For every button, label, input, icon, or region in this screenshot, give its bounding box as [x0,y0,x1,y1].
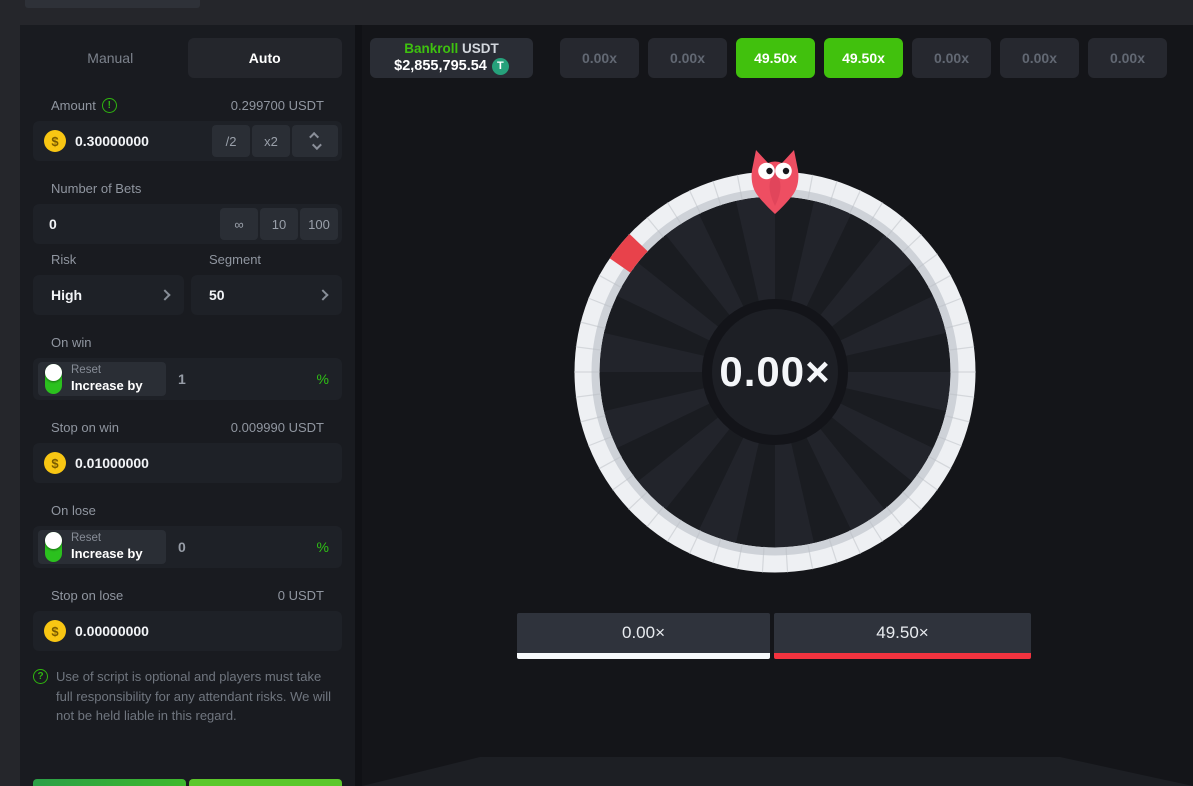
segment-label: Segment [209,252,342,267]
multiplier-chip[interactable]: 0.00x [912,38,991,78]
multiplier-legend-bars: 0.00× 49.50× [517,613,1031,659]
on-lose-toggle[interactable]: Reset Increase by [38,530,166,564]
result-bar-right-label: 49.50× [876,623,928,643]
owl-mascot-icon [748,148,802,216]
stop-on-win-label: Stop on win [51,420,119,435]
script-disclaimer: ? Use of script is optional and players … [33,667,341,726]
floor-shadow [362,757,1193,786]
tab-manual[interactable]: Manual [33,38,188,78]
bets-infinity-button[interactable]: ∞ [220,208,258,240]
toggle-switch-icon[interactable] [45,532,62,562]
multiplier-chip[interactable]: 0.00x [648,38,727,78]
number-of-bets-label-row: Number of Bets [51,181,324,196]
game-panel: Manual Auto Amount ! 0.299700 USDT $ 0.3… [20,25,1193,786]
on-win-label: On win [51,335,91,350]
bottom-action-buttons [33,779,342,786]
risk-select[interactable]: High [33,275,184,315]
stop-on-win-converted: 0.009990 USDT [231,420,324,435]
on-win-toggle[interactable]: Reset Increase by [38,362,166,396]
toggle-knob [45,364,62,381]
mode-tabs: Manual Auto [33,38,342,78]
bankroll-amount: $2,855,795.54 [394,57,487,75]
segment-value: 50 [209,287,225,303]
on-lose-row: Reset Increase by 0 % [33,526,342,568]
half-button[interactable]: /2 [212,125,250,157]
stop-on-win-label-row: Stop on win 0.009990 USDT [51,420,324,435]
amount-label: Amount [51,98,96,113]
on-lose-reset-label: Reset [71,532,143,546]
double-button[interactable]: x2 [252,125,290,157]
bankroll-display[interactable]: Bankroll USDT $2,855,795.54 T [370,38,533,78]
chevron-right-icon [317,289,328,300]
amount-converted: 0.299700 USDT [231,98,324,113]
amount-label-row: Amount ! 0.299700 USDT [51,98,324,113]
on-lose-label: On lose [51,503,96,518]
coin-icon: $ [44,620,66,642]
on-win-increase-label: Increase by [71,378,143,394]
stop-on-win-input[interactable]: $ 0.01000000 [33,443,342,483]
sidebar-divider [355,25,362,786]
help-icon: ? [33,669,48,684]
game-main-area: Bankroll USDT $2,855,795.54 T 0.00x 0.00… [362,25,1193,786]
stop-on-lose-label: Stop on lose [51,588,123,603]
on-win-row: Reset Increase by 1 % [33,358,342,400]
disclaimer-text: Use of script is optional and players mu… [56,667,341,726]
stop-on-lose-value[interactable]: 0.00000000 [75,623,149,639]
chevron-right-icon [159,289,170,300]
multiplier-chip[interactable]: 0.00x [560,38,639,78]
bankroll-label: Bankroll [404,41,458,56]
multiplier-history-row: 0.00x 0.00x 49.50x 49.50x 0.00x 0.00x 0.… [560,38,1167,78]
multiplier-chip[interactable]: 49.50x [824,38,903,78]
wheel-result-multiplier: 0.00× [565,162,985,582]
on-lose-increase-label: Increase by [71,546,143,562]
coin-icon: $ [44,452,66,474]
on-win-percent-sign: % [317,371,329,387]
bet-button-partial[interactable] [189,779,342,786]
start-autobet-button-partial[interactable] [33,779,186,786]
amount-value[interactable]: 0.30000000 [75,133,149,149]
bets-10-button[interactable]: 10 [260,208,298,240]
coin-icon: $ [44,130,66,152]
stop-on-lose-label-row: Stop on lose 0 USDT [51,588,324,603]
multiplier-chip[interactable]: 0.00x [1088,38,1167,78]
on-win-reset-label: Reset [71,364,143,378]
toggle-switch-icon[interactable] [45,364,62,394]
result-bar-right: 49.50× [774,613,1031,659]
number-of-bets-value[interactable]: 0 [49,216,57,232]
multiplier-chip[interactable]: 49.50x [736,38,815,78]
bankroll-currency-text: USDT [462,41,499,56]
stop-on-lose-input[interactable]: $ 0.00000000 [33,611,342,651]
risk-value: High [51,287,82,303]
stop-on-lose-converted: 0 USDT [278,588,324,603]
on-lose-label-row: On lose [51,503,324,518]
result-bar-left: 0.00× [517,613,770,659]
segment-select[interactable]: 50 [191,275,342,315]
bet-controls-sidebar: Manual Auto Amount ! 0.299700 USDT $ 0.3… [20,25,355,786]
tab-auto[interactable]: Auto [188,38,343,78]
toggle-knob [45,532,62,549]
multiplier-chip[interactable]: 0.00x [1000,38,1079,78]
tether-icon: T [492,58,509,75]
stop-on-win-value[interactable]: 0.01000000 [75,455,149,471]
on-lose-percent-sign: % [317,539,329,555]
bets-100-button[interactable]: 100 [300,208,338,240]
top-tab-partial[interactable] [25,0,200,8]
on-lose-value[interactable]: 0 [178,539,186,555]
number-of-bets-label: Number of Bets [51,181,141,196]
info-icon: ! [102,98,117,113]
wheel: 0.00× [565,162,985,582]
result-bar-left-label: 0.00× [622,623,665,643]
number-of-bets-input[interactable]: 0 ∞ 10 100 [33,204,342,244]
amount-input[interactable]: $ 0.30000000 /2 x2 [33,121,342,161]
risk-label: Risk [51,252,184,267]
amount-stepper[interactable] [292,125,338,157]
on-win-value[interactable]: 1 [178,371,186,387]
on-win-label-row: On win [51,335,324,350]
